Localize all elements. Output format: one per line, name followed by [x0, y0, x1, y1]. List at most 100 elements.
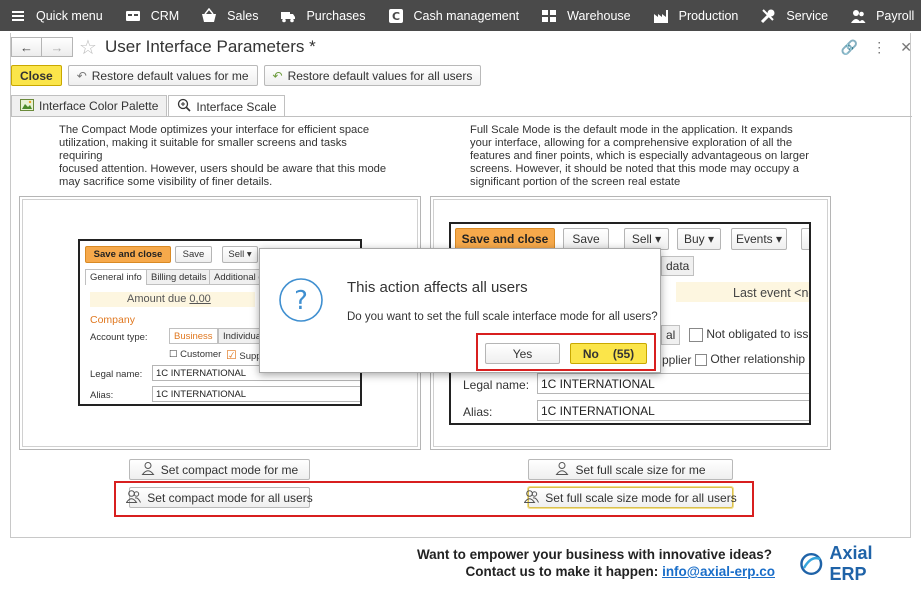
navigation-buttons: ← →	[11, 37, 73, 57]
menu-purchases[interactable]: Purchases	[270, 0, 366, 31]
svg-text:C: C	[391, 10, 399, 23]
dialog-title: This action affects all users	[347, 279, 528, 296]
undo-icon: ↶	[76, 68, 87, 83]
top-menu-bar: Quick menu CRM Sales Purchases C Cash ma…	[0, 0, 921, 31]
desc-line: screens. However, it should be noted tha…	[470, 163, 799, 175]
sample-legal-name-field: 1C INTERNATIONAL	[537, 373, 809, 394]
sample-legal-name-label: Legal name:	[463, 378, 530, 392]
restore-defaults-me-button[interactable]: ↶ Restore default values for me	[67, 65, 258, 86]
button-label: Set compact mode for me	[160, 462, 299, 477]
desc-line: significant portion of the screen real e…	[470, 176, 681, 188]
title-tools: 🔗 ⋮ ✕	[841, 39, 912, 56]
forward-button[interactable]: →	[42, 37, 73, 57]
sample-save-close-button: Save and close	[85, 246, 171, 263]
sample-tab-general: General info	[85, 269, 147, 285]
user-icon	[141, 461, 155, 478]
sample-label: Sell	[631, 232, 652, 246]
menu-production[interactable]: Production	[643, 0, 739, 31]
sample-label: Customer	[180, 349, 222, 360]
menu-label: Warehouse	[567, 8, 631, 23]
footer-contact: Contact us to make it happen: info@axial…	[466, 564, 775, 579]
page-title: User Interface Parameters *	[105, 37, 316, 56]
menu-label: Production	[678, 8, 739, 23]
sample-save-close-button: Save and close	[455, 228, 555, 250]
desc-line: The Compact Mode optimizes your interfac…	[59, 124, 370, 136]
sample-label: Other relationship	[710, 352, 806, 366]
sample-save-button: Save	[175, 246, 212, 263]
desc-line: may sacrifice some visibility of finer d…	[59, 176, 273, 188]
menu-quick-menu[interactable]: Quick menu	[0, 0, 103, 31]
people-icon	[850, 8, 866, 24]
menu-label: Sales	[227, 8, 259, 23]
truck-icon	[280, 8, 296, 24]
undo-icon: ↶	[272, 68, 283, 83]
form-toolbar: Close ↶ Restore default values for me ↶ …	[11, 65, 482, 86]
back-button[interactable]: ←	[11, 37, 42, 57]
tab-label: Interface Color Palette	[39, 99, 159, 113]
tab-interface-color-palette[interactable]: Interface Color Palette	[11, 95, 168, 116]
svg-text:?: ?	[294, 286, 308, 316]
wrench-icon	[760, 8, 776, 24]
window-titlebar: ← → ☆ User Interface Parameters * 🔗 ⋮ ✕	[11, 33, 912, 61]
question-icon: ?	[279, 278, 323, 322]
menu-label: Quick menu	[36, 8, 103, 23]
sample-customer-checkbox: ☐ Customer	[169, 349, 222, 360]
sample-alias-label: Alias:	[90, 390, 114, 401]
desc-line: your interface, allowing for a comprehen…	[470, 137, 793, 149]
full-scale-description: Full Scale Mode is the default mode in t…	[470, 124, 810, 189]
user-icon	[555, 461, 569, 478]
sample-supplier-checkbox: ☑ Supp	[226, 348, 262, 362]
sample-save-button: Save	[563, 228, 609, 250]
factory-icon	[653, 8, 669, 24]
link-icon[interactable]: 🔗	[841, 39, 858, 56]
tab-label: Interface Scale	[196, 99, 277, 114]
button-label: Set full scale size for me	[575, 462, 706, 477]
desc-line: focused attention. However, users should…	[59, 163, 387, 175]
sample-supplier-checkbox: pplier	[662, 353, 692, 367]
crm-icon	[125, 8, 141, 24]
menu-payroll[interactable]: Payroll	[840, 0, 914, 31]
restore-defaults-all-button[interactable]: ↶ Restore default values for all users	[263, 65, 482, 86]
footer-tagline: Want to empower your business with innov…	[416, 547, 772, 562]
menu-cash-management[interactable]: C Cash management	[378, 0, 519, 31]
sample-label: Buy	[683, 232, 705, 246]
sample-legal-name-label: Legal name:	[90, 369, 143, 380]
menu-label: Service	[786, 8, 829, 23]
close-button-label: Close	[20, 68, 53, 83]
tab-bar: Interface Color Palette Interface Scale	[11, 95, 286, 117]
set-full-scale-me-button[interactable]: Set full scale size for me	[528, 459, 733, 480]
footer: Want to empower your business with innov…	[0, 540, 921, 595]
all-users-buttons-highlight	[114, 481, 754, 517]
arrow-left-icon: ←	[20, 39, 33, 55]
footer-email-link[interactable]: info@axial-erp.co	[662, 564, 775, 579]
close-button[interactable]: Close	[11, 65, 62, 86]
sample-tab-billing: Billing details	[146, 269, 212, 285]
menu-label: Purchases	[306, 8, 366, 23]
dialog-buttons-highlight	[476, 333, 656, 371]
menu-warehouse[interactable]: Warehouse	[531, 0, 631, 31]
sample-label: Events	[735, 232, 773, 246]
favorite-star-icon[interactable]: ☆	[79, 35, 97, 60]
menu-sales[interactable]: Sales	[191, 0, 258, 31]
sample-tab-data: data	[661, 256, 695, 276]
arrow-right-icon: →	[50, 39, 64, 55]
set-compact-mode-me-button[interactable]: Set compact mode for me	[129, 459, 310, 480]
sample-alias-field: 1C INTERNATIONAL	[152, 386, 360, 402]
logo-text: Axial ERP	[829, 543, 873, 584]
tab-interface-scale[interactable]: Interface Scale	[168, 95, 286, 117]
sample-label: Not obligated to issue	[706, 327, 811, 341]
compact-mode-description: The Compact Mode optimizes your interfac…	[59, 124, 389, 189]
menu-service[interactable]: Service	[750, 0, 828, 31]
sample-more-button	[801, 228, 809, 250]
sample-buy-button: Buy ▾	[677, 228, 721, 250]
more-options-icon[interactable]: ⋮	[872, 39, 886, 56]
menu-label: Payroll	[876, 8, 915, 23]
axial-erp-logo: Axial ERP	[799, 543, 899, 584]
footer-contact-text: Contact us to make it happen:	[465, 564, 663, 579]
menu-crm[interactable]: CRM	[115, 0, 179, 31]
menu-label: CRM	[150, 8, 180, 23]
sample-events-button: Events ▾	[731, 228, 787, 250]
close-window-icon[interactable]: ✕	[900, 39, 912, 56]
dialog-message: Do you want to set the full scale interf…	[347, 311, 658, 323]
sample-label: Amount due	[127, 293, 187, 305]
